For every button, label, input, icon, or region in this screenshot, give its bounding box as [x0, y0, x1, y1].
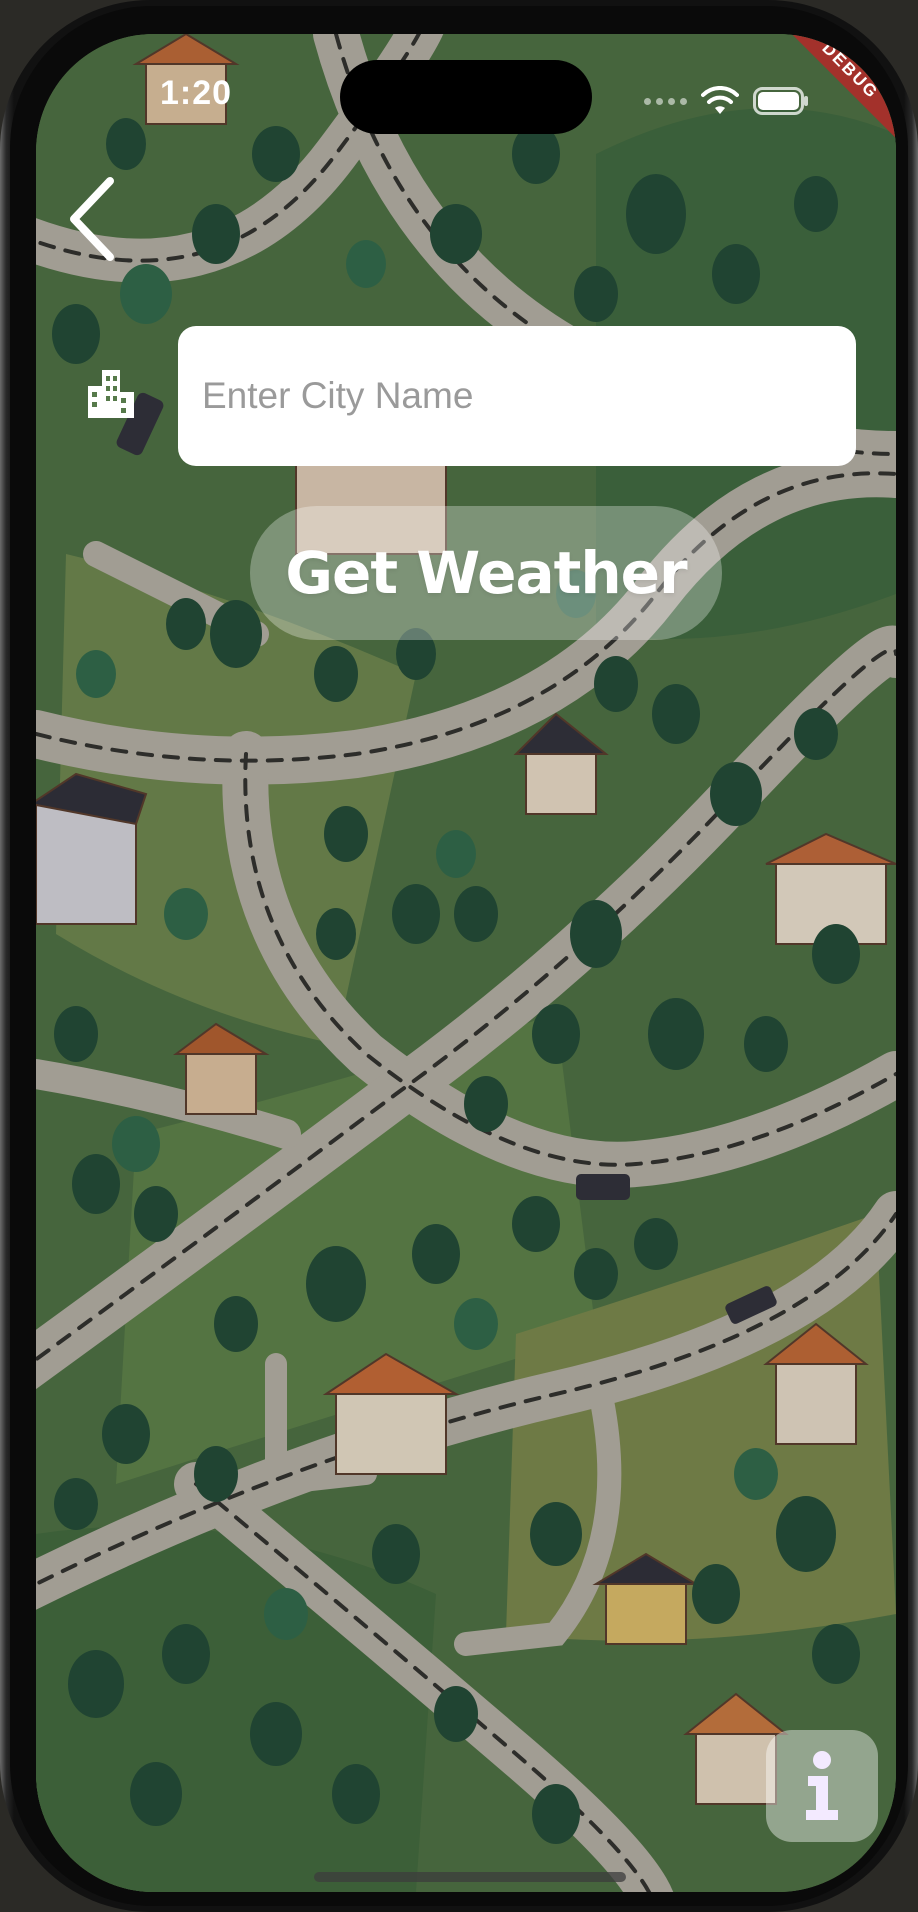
city-buildings-icon	[88, 370, 134, 418]
city-name-input[interactable]	[178, 326, 856, 466]
info-button[interactable]	[766, 1730, 878, 1842]
cellular-signal-icon	[644, 97, 687, 105]
chevron-left-icon	[70, 177, 114, 261]
get-weather-button[interactable]: Get Weather	[250, 506, 722, 640]
phone-frame: 1:20 DEBUG Enter City Name Get Weather	[0, 0, 918, 1912]
status-bar-time: 1:20	[160, 74, 233, 112]
dynamic-island	[340, 60, 592, 134]
phone-bezel: 1:20 DEBUG Enter City Name Get Weather	[10, 6, 908, 1906]
home-indicator[interactable]	[314, 1872, 626, 1882]
battery-icon	[753, 87, 808, 115]
back-button[interactable]	[56, 174, 126, 264]
status-bar-icons	[644, 86, 809, 116]
wifi-icon	[701, 86, 739, 114]
info-icon	[806, 1751, 838, 1820]
app-screen: 1:20 DEBUG Enter City Name Get Weather	[36, 34, 896, 1892]
background-dim-overlay	[36, 34, 896, 1892]
